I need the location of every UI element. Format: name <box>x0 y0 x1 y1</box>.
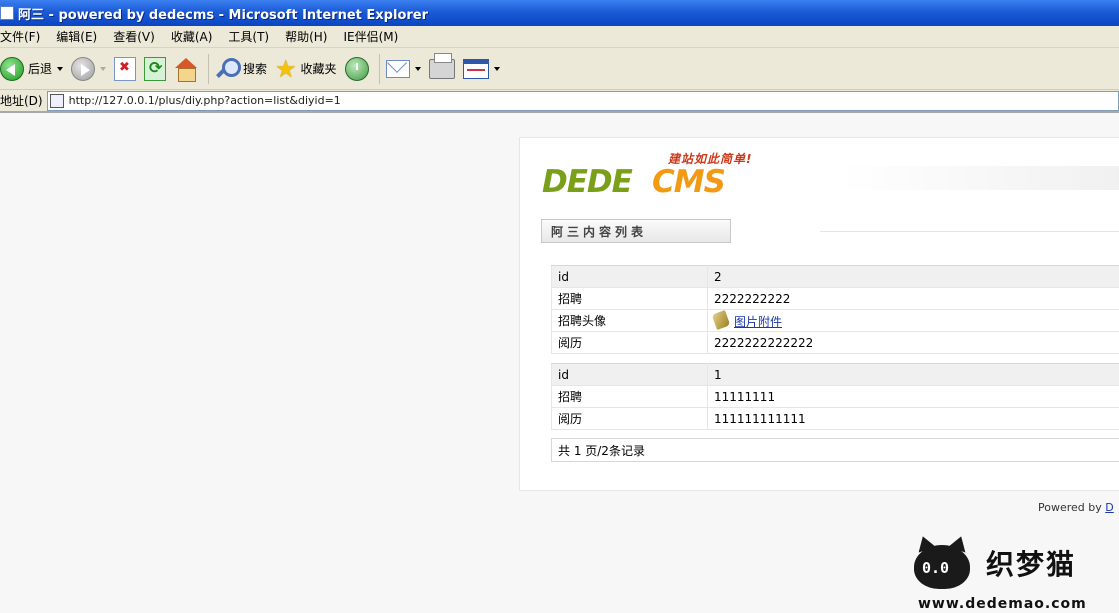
field-value: 2222222222222 <box>707 331 1119 354</box>
table-row: 阅历 2222222222222 <box>551 331 1119 354</box>
list-title-box: 阿三内容列表 <box>541 219 731 243</box>
refresh-icon <box>144 56 167 81</box>
address-bar: 地址(D) http://127.0.0.1/plus/diy.php?acti… <box>0 90 1119 113</box>
cat-eyes: 0.0 <box>922 559 950 577</box>
field-key: 阅历 <box>551 407 708 430</box>
table-row: 阅历 111111111111 <box>551 407 1119 430</box>
field-value: 1 <box>707 363 1119 386</box>
back-button[interactable]: 后退 <box>0 56 64 81</box>
table-row: 招聘头像 图片附件 <box>551 309 1119 332</box>
powered-by-link[interactable]: D <box>1105 501 1113 514</box>
menu-file[interactable]: 文件(F) <box>0 28 40 45</box>
field-value: 11111111 <box>707 385 1119 408</box>
forward-dropdown-icon[interactable] <box>100 66 107 71</box>
edit-page-icon <box>462 58 489 79</box>
menu-tools[interactable]: 工具(T) <box>228 28 269 45</box>
toolbar: 后退 搜索 ★ 收藏夹 <box>0 48 1119 90</box>
mail-dropdown-icon[interactable] <box>414 66 421 71</box>
content-panel: 建站如此简单! DEDE CMS 阿三内容列表 id 2 招聘 22222222… <box>519 137 1119 491</box>
table-row: 招聘 11111111 <box>551 385 1119 408</box>
favorites-button[interactable]: ★ 收藏夹 <box>275 54 337 83</box>
cat-logo-icon: 0.0 <box>914 545 970 589</box>
paperclip-icon <box>711 309 731 330</box>
toolbar-separator <box>208 53 210 84</box>
forward-button[interactable] <box>71 56 107 81</box>
menu-view[interactable]: 查看(V) <box>113 28 155 45</box>
pagination-text: 共 1 页/2条记录 <box>558 443 645 458</box>
title-divider <box>820 231 1119 232</box>
address-label: 地址(D) <box>0 94 43 108</box>
printer-icon <box>428 52 455 79</box>
watermark-url: www.dedemao.com <box>918 596 1087 612</box>
logo-text-cms: CMS <box>652 164 726 200</box>
record-table: id 2 招聘 2222222222 招聘头像 图片附件 阅历 22222222… <box>551 265 1119 354</box>
favorites-label: 收藏夹 <box>300 62 337 76</box>
history-icon <box>344 56 369 81</box>
table-row: 招聘 2222222222 <box>551 287 1119 310</box>
dedecms-logo: 建站如此简单! DEDE CMS <box>542 150 762 208</box>
record-table: id 1 招聘 11111111 阅历 111111111111 <box>551 363 1119 430</box>
stop-icon <box>114 56 137 81</box>
address-input[interactable]: http://127.0.0.1/plus/diy.php?action=lis… <box>46 90 1119 111</box>
field-key: 招聘头像 <box>551 309 708 332</box>
address-url[interactable]: http://127.0.0.1/plus/diy.php?action=lis… <box>69 94 341 107</box>
menu-edit[interactable]: 编辑(E) <box>56 28 97 45</box>
field-key: 阅历 <box>551 331 708 354</box>
list-title: 阿三内容列表 <box>551 224 648 239</box>
window-title: 阿三 - powered by dedecms - Microsoft Inte… <box>18 7 429 23</box>
field-key: id <box>551 265 708 288</box>
history-button[interactable] <box>344 56 369 81</box>
menu-favorites[interactable]: 收藏(A) <box>171 28 213 45</box>
field-value: 2222222222 <box>707 287 1119 310</box>
refresh-button[interactable] <box>144 56 167 81</box>
page-content: 建站如此简单! DEDE CMS 阿三内容列表 id 2 招聘 22222222… <box>0 115 1119 613</box>
back-dropdown-icon[interactable] <box>57 66 64 71</box>
forward-arrow-icon <box>71 56 96 81</box>
menu-bar: 文件(F) 编辑(E) 查看(V) 收藏(A) 工具(T) 帮助(H) IE伴侣… <box>0 26 1119 48</box>
watermark: 0.0 织梦猫 www.dedemao.com <box>914 543 1119 613</box>
search-button[interactable]: 搜索 <box>215 57 267 81</box>
search-icon <box>215 57 242 81</box>
image-attachment-link[interactable]: 图片附件 <box>734 315 782 329</box>
edit-button[interactable] <box>462 58 500 79</box>
star-icon: ★ <box>275 54 297 83</box>
field-value: 图片附件 <box>707 309 1119 332</box>
page-icon <box>49 93 64 108</box>
print-button[interactable] <box>428 52 455 79</box>
powered-by: Powered by D <box>1038 501 1114 514</box>
title-bar: 阿三 - powered by dedecms - Microsoft Inte… <box>0 0 1119 26</box>
table-row: id 2 <box>551 265 1119 288</box>
watermark-name: 织梦猫 <box>986 548 1077 581</box>
pagination-info: 共 1 页/2条记录 <box>551 438 1119 462</box>
menu-ie-companion[interactable]: IE伴侣(M) <box>343 28 398 45</box>
back-arrow-icon <box>0 56 24 81</box>
field-key: 招聘 <box>551 385 708 408</box>
back-label: 后退 <box>28 62 53 76</box>
home-button[interactable] <box>174 57 198 82</box>
logo-text-dede: DEDE <box>542 164 633 200</box>
stop-button[interactable] <box>114 56 137 81</box>
mail-button[interactable] <box>385 59 421 78</box>
field-key: 招聘 <box>551 287 708 310</box>
edit-dropdown-icon[interactable] <box>493 66 500 71</box>
mail-icon <box>385 59 410 78</box>
table-row: id 1 <box>551 363 1119 386</box>
field-key: id <box>551 363 708 386</box>
toolbar-separator <box>378 53 380 84</box>
header-fade <box>840 166 1119 190</box>
ie-page-icon <box>0 6 14 20</box>
home-icon <box>174 57 198 82</box>
field-value: 111111111111 <box>707 407 1119 430</box>
menu-help[interactable]: 帮助(H) <box>285 28 327 45</box>
powered-by-text: Powered by <box>1038 501 1102 514</box>
field-value: 2 <box>707 265 1119 288</box>
search-label: 搜索 <box>243 62 268 76</box>
